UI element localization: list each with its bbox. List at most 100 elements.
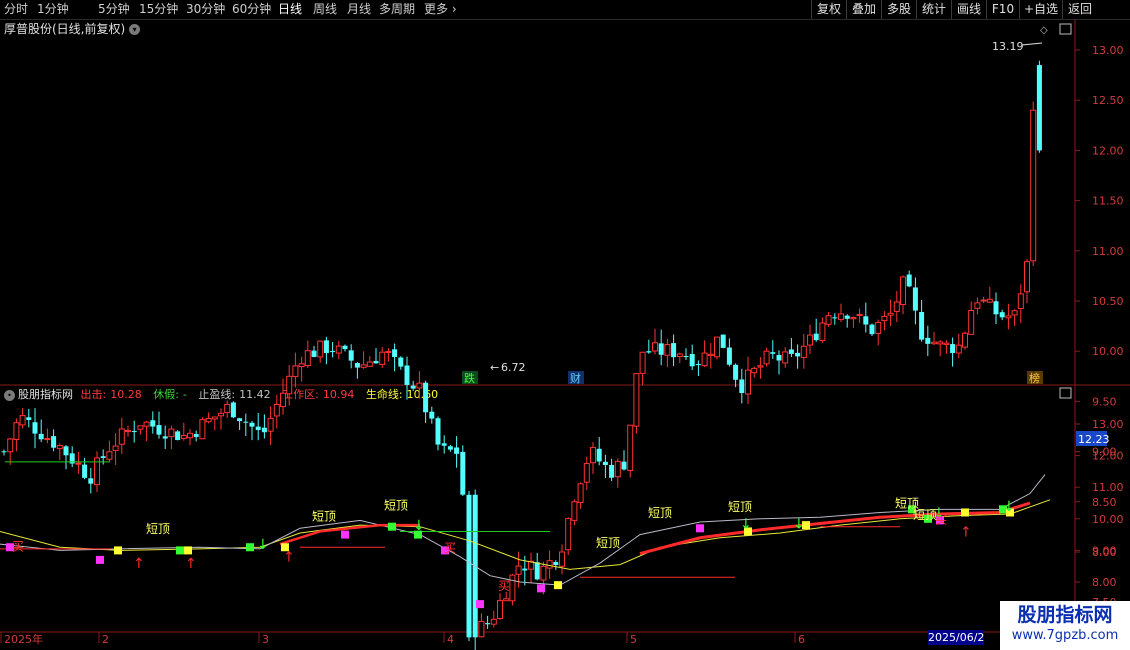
toolbar-button-draw[interactable]: 画线 [951,0,986,19]
candle-body [398,357,404,367]
candle-body [366,361,373,367]
period-tab-5min[interactable]: 5分钟 [98,1,130,18]
candle-body [751,367,758,374]
period-tab-15min[interactable]: 15分钟 [139,1,178,18]
candle-body [162,436,168,439]
candle-body [447,446,453,450]
signal-square [388,522,396,531]
period-tab-daily[interactable]: 日线 [278,1,302,18]
candle-body [522,568,528,571]
candle-body [199,419,206,440]
candle-body [770,352,776,354]
period-tab-30min[interactable]: 30分钟 [186,1,225,18]
low-price-label-arrow: ← [490,361,499,374]
candle-body [850,317,857,320]
signal-square [696,524,704,533]
candle-body [825,315,832,325]
sell-arrow-icon: ↓ [413,518,425,534]
candle-body [460,451,466,495]
buy-label: 买 [12,539,24,553]
toolbar-button-overlay[interactable]: 叠加 [846,0,881,19]
candle-body [950,344,956,354]
candle-body [707,353,714,356]
time-tick-label: 4 [447,633,454,646]
candle-body [168,428,175,438]
candle-body [100,456,106,458]
candle-body [745,369,751,395]
candle-body [304,350,311,367]
toolbar-button-f10[interactable]: F10 [986,0,1019,19]
candle-body [1017,293,1024,310]
candle-body [106,451,113,460]
sell-arrow-icon: ↓ [257,537,269,553]
candle-body [683,356,689,358]
panel-toggle-icon-lower[interactable] [1059,387,1072,399]
candle-body [639,351,646,374]
candle-body [485,623,491,625]
candle-body [875,321,882,334]
candle-body [118,428,125,445]
chevron-right-icon: › [448,2,457,16]
candle-body [112,445,119,451]
buy-arrow-icon: ↑ [185,556,197,572]
panel-toggle-icon[interactable] [1059,23,1072,35]
candle-body [1036,65,1042,151]
indicator-tick-label: 13.00 [1092,418,1124,431]
candle-body [503,598,510,602]
diamond-icon[interactable]: ◇ [1040,25,1048,36]
candle-body [986,298,993,303]
price-tick-label: 13.00 [1092,44,1124,57]
toolbar-button-add-favorite[interactable]: +自选 [1019,0,1062,19]
candle-body [373,360,379,364]
candle-body [714,336,720,358]
candle-body [658,343,664,355]
candle-body [497,600,503,619]
candle-body [906,274,912,287]
price-tick-label: 12.00 [1092,144,1124,157]
signal-square [96,555,104,564]
candle-body [515,565,522,575]
candle-body [280,392,286,408]
event-marker-ranking-text: 榜 [1029,371,1040,385]
signal-square [961,508,969,517]
signal-square [176,546,184,555]
toolbar-button-back[interactable]: 返回 [1062,0,1097,19]
candle-body [82,464,88,478]
toolbar: 分时 1分钟 5分钟 15分钟 30分钟 60分钟 日线 周线 月线 多周期 更… [0,0,1130,20]
candle-body [602,461,608,465]
period-tab-monthly[interactable]: 月线 [347,1,371,18]
candle-body [243,421,249,423]
candle-body [137,425,144,430]
candle-body [955,344,962,354]
short-top-label: 短顶 [596,536,620,550]
kline-chart[interactable]: 13.00 12.50 12.00 11.50 11.00 10.50 10.00 9.50 9… [0,19,1130,650]
candle-body [416,382,423,389]
period-tab-multi[interactable]: 多周期 [379,1,415,18]
candle-body [652,342,658,352]
period-tab-more[interactable]: 更多 › [424,1,457,18]
candle-body [646,351,652,353]
price-axis: 13.00 12.50 12.00 11.50 11.00 10.50 10.00 9.50 9… [1075,44,1124,650]
short-top-label: 短顶 [146,522,170,536]
candle-body [218,412,224,417]
period-tab-1min[interactable]: 1分钟 [37,1,69,18]
period-tab-weekly[interactable]: 周线 [313,1,337,18]
candle-body [695,364,701,366]
sell-arrow-icon: ↓ [740,517,752,533]
candle-body [893,301,900,312]
low-price-label: 6.72 [501,361,526,374]
time-tick-label: 3 [262,633,269,646]
candle-body [763,350,770,365]
candle-body [423,382,429,413]
buy-label: 买 [498,579,510,593]
candle-body [75,462,82,465]
toolbar-button-multi-stock[interactable]: 多股 [881,0,916,19]
period-tab-intraday[interactable]: 分时 [4,1,28,18]
price-tick-label: 8.50 [1092,496,1117,509]
toolbar-button-stats[interactable]: 统计 [916,0,951,19]
period-tab-60min[interactable]: 60分钟 [232,1,271,18]
toolbar-button-restore[interactable]: 复权 [811,0,846,19]
candle-body [689,353,695,367]
candle-body [454,447,460,454]
candle-body [919,312,925,340]
